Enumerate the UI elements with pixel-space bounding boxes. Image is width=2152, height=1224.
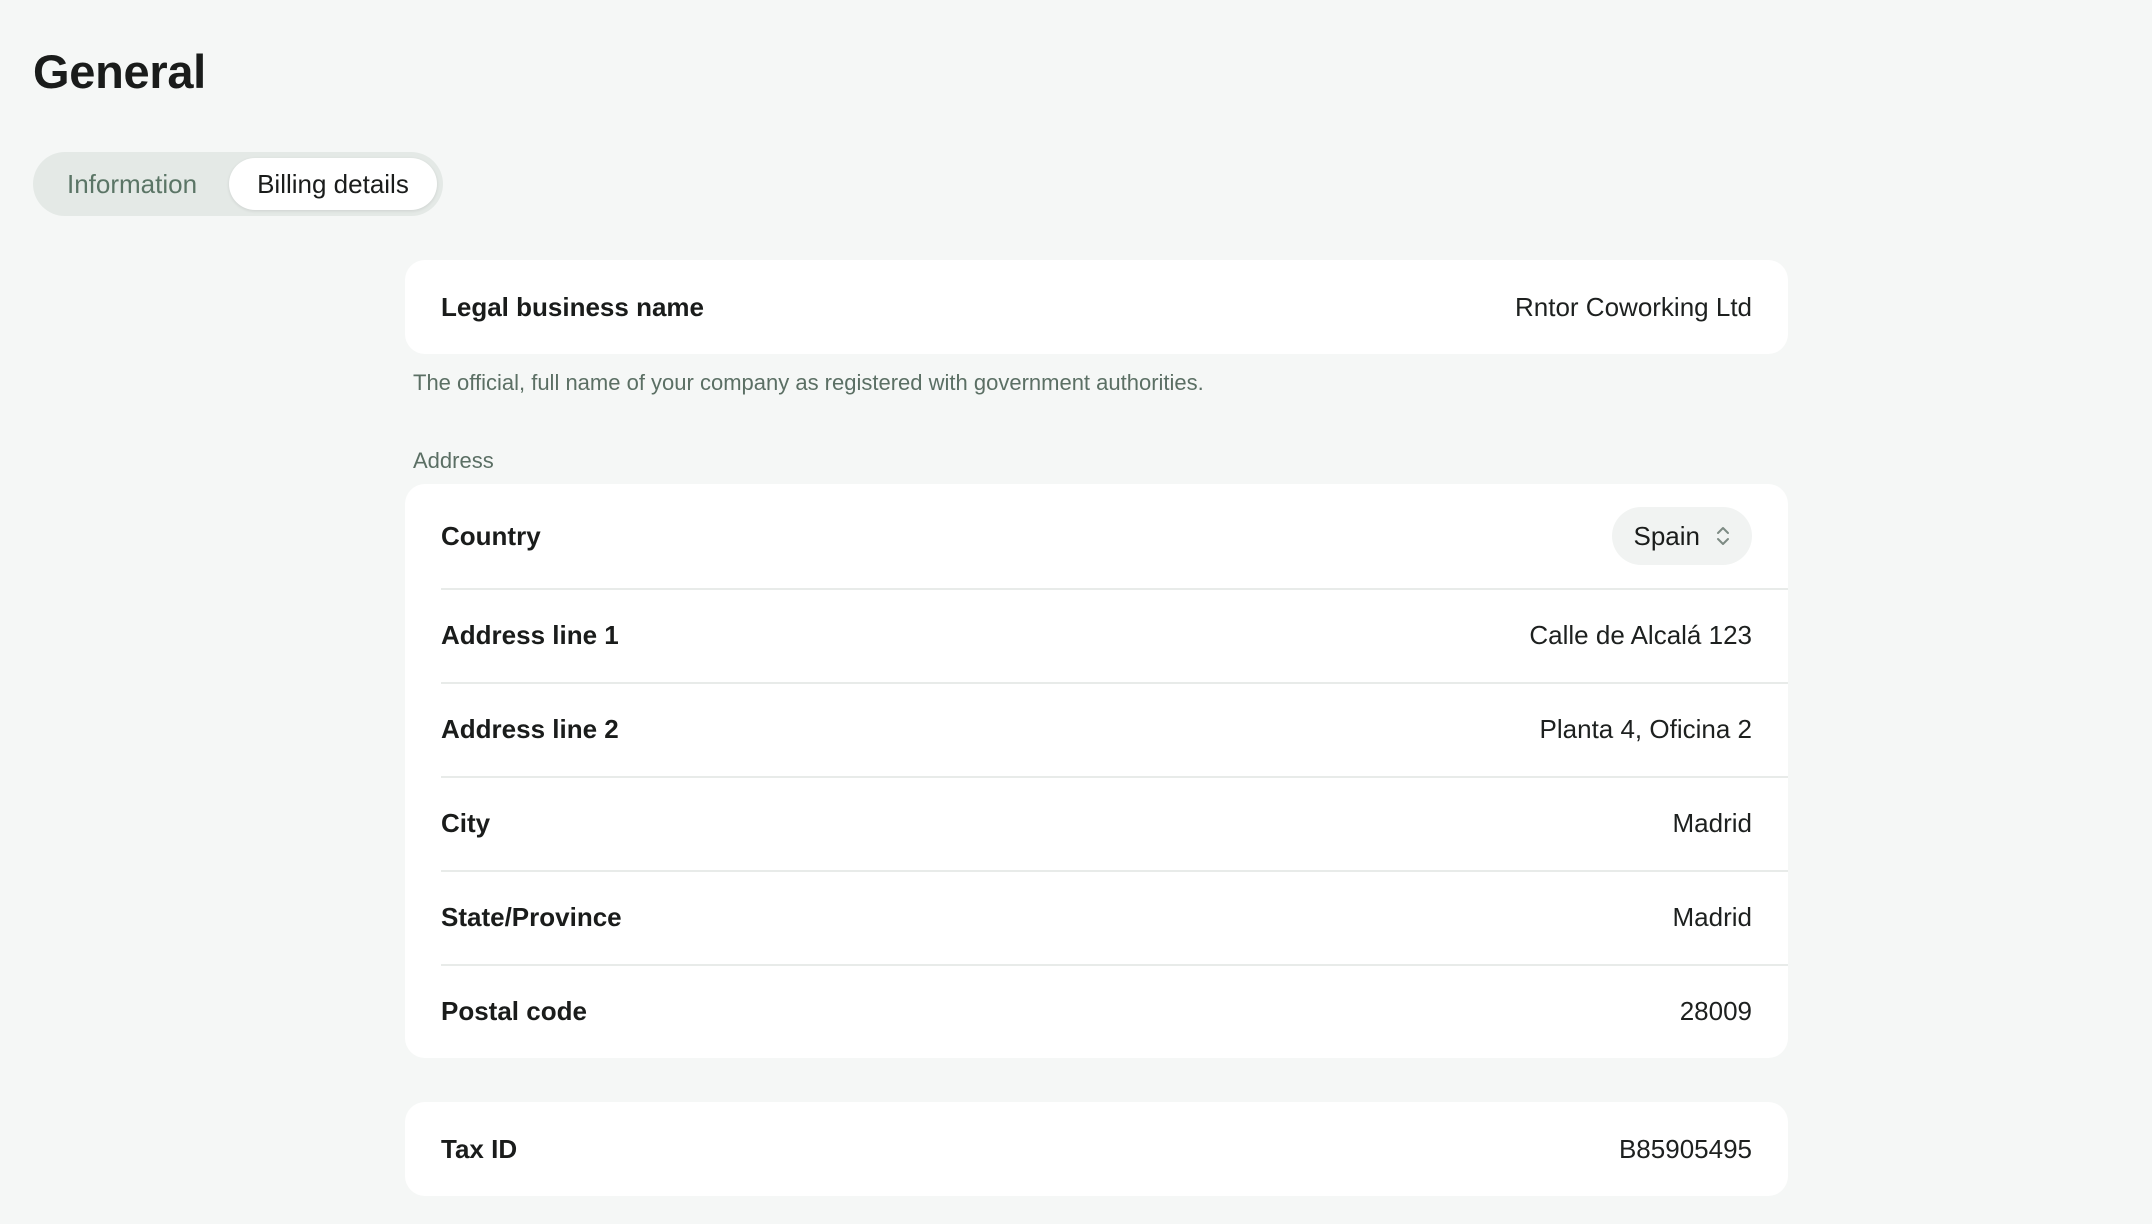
city-value[interactable]: Madrid <box>1673 808 1752 839</box>
city-label: City <box>441 807 491 838</box>
legal-name-helper-text: The official, full name of your company … <box>413 370 1204 395</box>
address-card: Country Spain Address line 1 Calle de Al… <box>405 484 1788 1058</box>
city-row[interactable]: City Madrid <box>405 776 1788 870</box>
legal-name-value[interactable]: Rntor Coworking Ltd <box>1515 292 1752 323</box>
country-select-value: Spain <box>1633 520 1701 551</box>
address-line-2-label: Address line 2 <box>441 713 619 744</box>
address-line-1-row[interactable]: Address line 1 Calle de Alcalá 123 <box>405 588 1788 682</box>
country-select[interactable]: Spain <box>1611 507 1752 565</box>
chevron-up-down-icon <box>1714 524 1732 548</box>
country-row: Country Spain <box>405 484 1788 588</box>
tax-id-label: Tax ID <box>441 1133 518 1164</box>
state-province-value[interactable]: Madrid <box>1673 902 1752 933</box>
billing-details-panel: Legal business name Rntor Coworking Ltd … <box>405 260 1788 1196</box>
tax-id-value[interactable]: B85905495 <box>1619 1134 1752 1165</box>
legal-name-row[interactable]: Legal business name Rntor Coworking Ltd <box>405 260 1788 354</box>
country-label: Country <box>441 520 541 551</box>
address-line-2-row[interactable]: Address line 2 Planta 4, Oficina 2 <box>405 682 1788 776</box>
address-section-label: Address <box>413 448 494 473</box>
address-line-1-value[interactable]: Calle de Alcalá 123 <box>1529 620 1752 651</box>
postal-code-row[interactable]: Postal code 28009 <box>405 964 1788 1058</box>
state-province-label: State/Province <box>441 901 622 932</box>
tab-billing-details[interactable]: Billing details <box>229 158 437 210</box>
address-line-1-label: Address line 1 <box>441 619 619 650</box>
postal-code-label: Postal code <box>441 995 587 1026</box>
legal-name-card: Legal business name Rntor Coworking Ltd <box>405 260 1788 354</box>
postal-code-value[interactable]: 28009 <box>1680 996 1752 1027</box>
state-province-row[interactable]: State/Province Madrid <box>405 870 1788 964</box>
tax-id-card: Tax ID B85905495 <box>405 1102 1788 1196</box>
address-line-2-value[interactable]: Planta 4, Oficina 2 <box>1540 714 1752 745</box>
page-title: General <box>33 45 206 98</box>
tax-id-row[interactable]: Tax ID B85905495 <box>405 1102 1788 1196</box>
tab-switcher: Information Billing details <box>33 152 443 216</box>
tab-information[interactable]: Information <box>39 158 225 210</box>
legal-name-label: Legal business name <box>441 291 704 322</box>
